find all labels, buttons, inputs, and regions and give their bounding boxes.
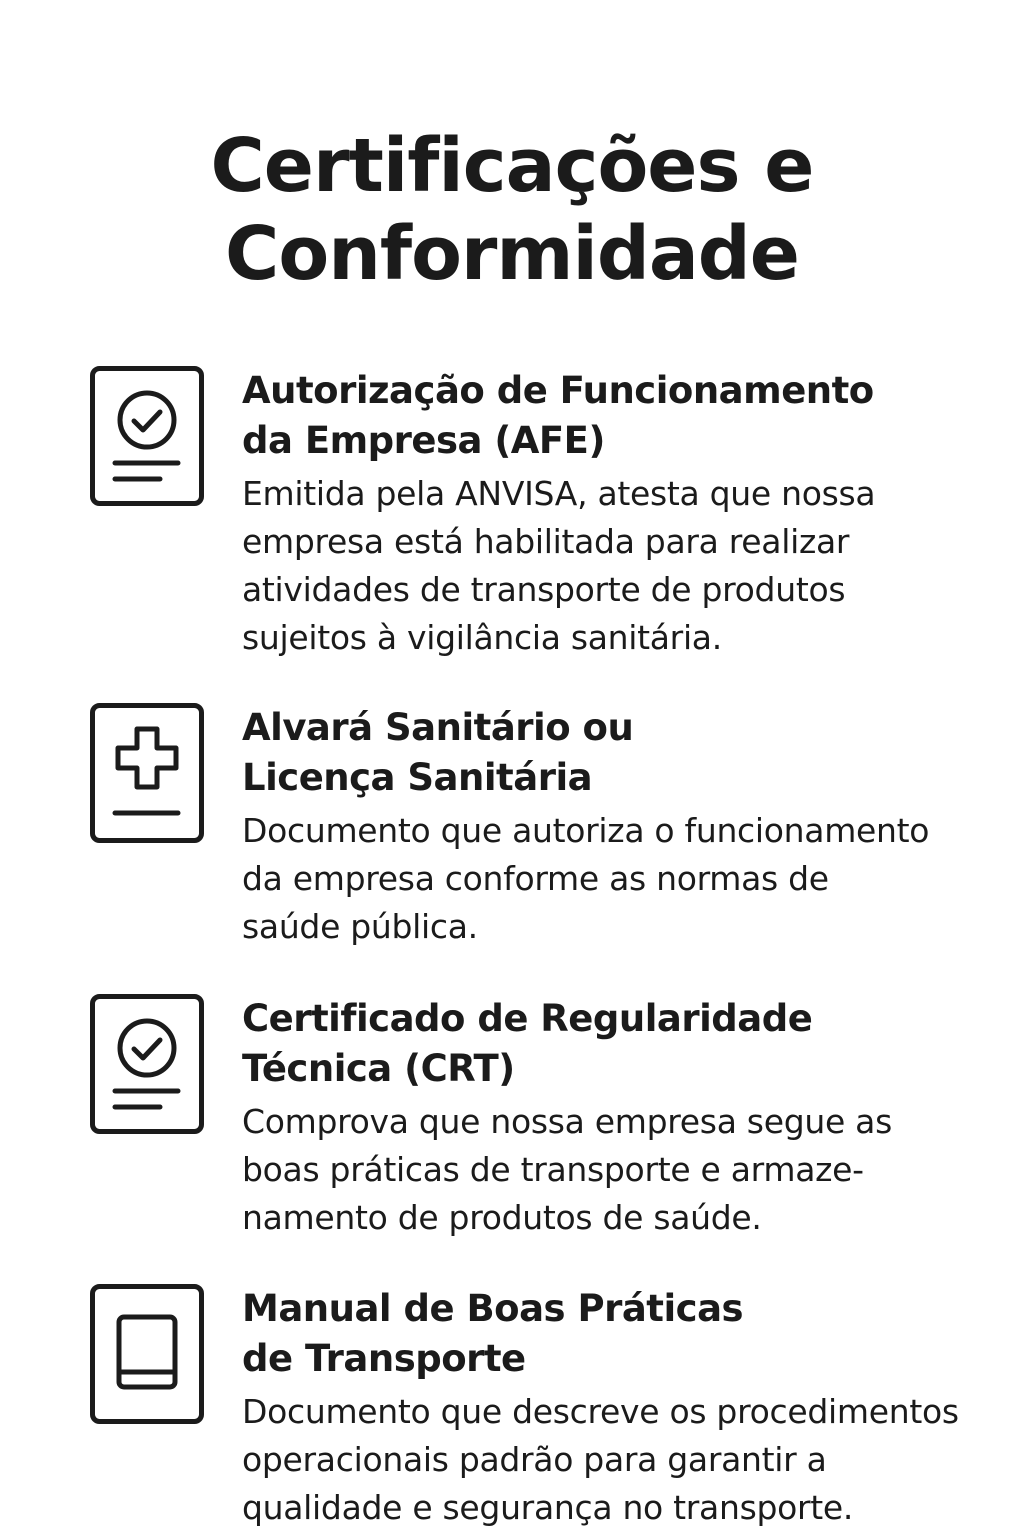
- document-cross-icon: [90, 703, 204, 843]
- item-title-line: da Empresa (AFE): [242, 419, 605, 462]
- certification-item-description: Documento que descreve os procedimentos …: [242, 1388, 1002, 1532]
- document-check-icon: [90, 994, 204, 1134]
- item-desc-line: Comprova que nossa empresa segue as: [242, 1102, 892, 1141]
- item-desc-line: Documento que descreve os procedimentos: [242, 1392, 959, 1431]
- item-desc-line: Emitida pela ANVISA, atesta que nossa: [242, 474, 876, 513]
- certification-item-title: Autorização de Funcionamento da Empresa …: [242, 366, 1002, 466]
- item-desc-line: Documento que autoriza o funcionamento: [242, 811, 930, 850]
- item-title-line: Manual de Boas Práticas: [242, 1287, 744, 1330]
- page-title-line-2: Conformidade: [225, 211, 800, 297]
- certification-item-text: Autorização de Funcionamento da Empresa …: [242, 366, 1002, 662]
- item-title-line: Alvará Sanitário ou: [242, 706, 634, 749]
- certification-item-text: Manual de Boas Práticas de Transporte Do…: [242, 1284, 1002, 1532]
- item-desc-line: namento de produtos de saúde.: [242, 1198, 762, 1237]
- certification-item-text: Certificado de Regularidade Técnica (CRT…: [242, 994, 1002, 1242]
- item-title-line: Licença Sanitária: [242, 756, 593, 799]
- item-desc-line: empresa está habilitada para realizar: [242, 522, 850, 561]
- certification-item-description: Comprova que nossa empresa segue as boas…: [242, 1098, 1002, 1242]
- item-desc-line: atividades de transporte de produtos: [242, 570, 846, 609]
- item-title-line: Certificado de Regularidade: [242, 997, 813, 1040]
- certification-item-title: Manual de Boas Práticas de Transporte: [242, 1284, 1002, 1384]
- item-desc-line: boas práticas de transporte e armaze-: [242, 1150, 864, 1189]
- item-desc-line: saúde pública.: [242, 907, 478, 946]
- certification-item-text: Alvará Sanitário ou Licença Sanitária Do…: [242, 703, 1002, 951]
- document-book-icon: [90, 1284, 204, 1424]
- item-desc-line: da empresa conforme as normas de: [242, 859, 829, 898]
- page-title: Certificações e Conformidade: [0, 122, 1024, 298]
- item-title-line: Técnica (CRT): [242, 1047, 515, 1090]
- certification-item-title: Alvará Sanitário ou Licença Sanitária: [242, 703, 1002, 803]
- certification-item-description: Emitida pela ANVISA, atesta que nossa em…: [242, 470, 1002, 662]
- certification-item-title: Certificado de Regularidade Técnica (CRT…: [242, 994, 1002, 1094]
- item-desc-line: qualidade e segurança no transporte.: [242, 1488, 854, 1527]
- document-check-icon: [90, 366, 204, 506]
- item-desc-line: sujeitos à vigilância sanitária.: [242, 618, 722, 657]
- item-title-line: de Transporte: [242, 1337, 526, 1380]
- certification-item-description: Documento que autoriza o funcionamento d…: [242, 807, 1002, 951]
- item-title-line: Autorização de Funcionamento: [242, 369, 874, 412]
- item-desc-line: operacionais padrão para garantir a: [242, 1440, 827, 1479]
- page-title-line-1: Certificações e: [210, 123, 815, 209]
